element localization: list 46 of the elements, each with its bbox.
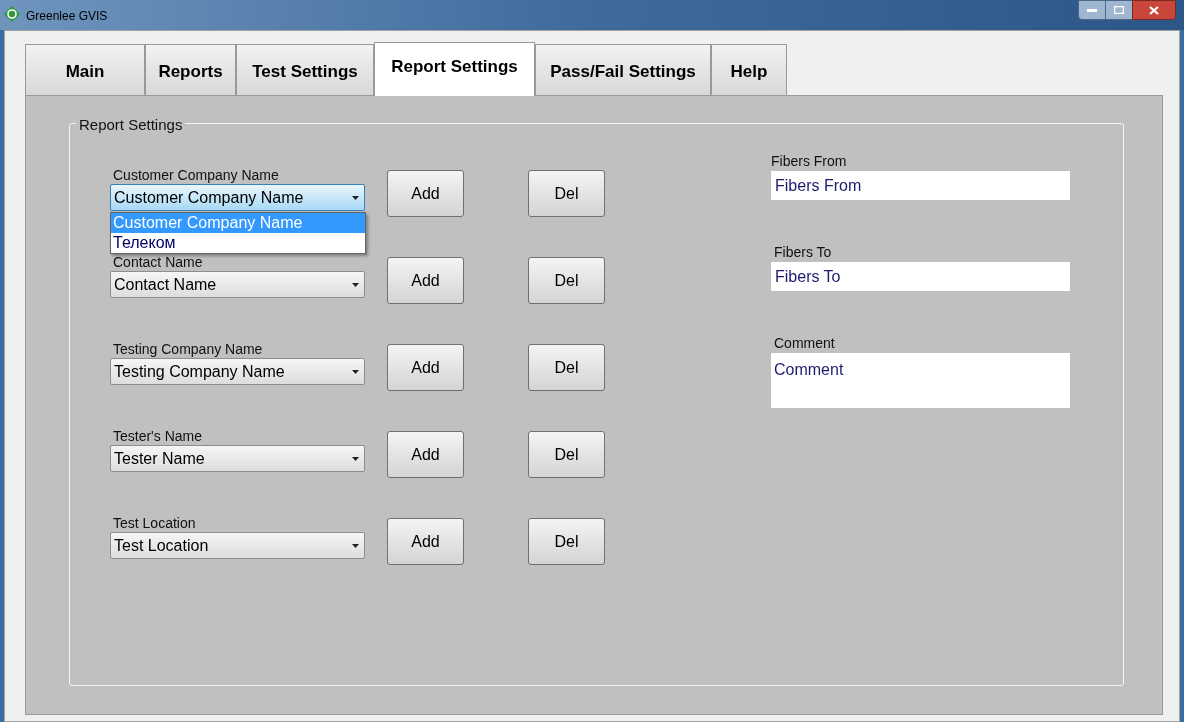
delete-button[interactable]: Del	[528, 170, 605, 217]
caret-icon	[352, 543, 359, 548]
dropdown[interactable]: Testing Company Name	[110, 358, 365, 385]
maximize-button[interactable]	[1106, 0, 1132, 20]
caret-icon	[352, 282, 359, 287]
delete-button[interactable]: Del	[528, 431, 605, 478]
field-label: Test Location	[112, 514, 197, 532]
close-icon	[1149, 5, 1159, 15]
app-logo-icon	[4, 6, 20, 22]
tab[interactable]: Reports	[145, 44, 236, 95]
dropdown[interactable]: Tester Name	[110, 445, 365, 472]
field-label: Contact Name	[112, 253, 204, 271]
field-label: Testing Company Name	[112, 340, 264, 358]
text-field[interactable]: Fibers To	[771, 262, 1070, 291]
maximize-icon	[1114, 6, 1124, 14]
add-button[interactable]: Add	[387, 431, 464, 478]
tab[interactable]: Main	[25, 44, 145, 95]
dropdown[interactable]: Test Location	[110, 532, 365, 559]
dropdown[interactable]: Customer Company Name	[110, 184, 365, 211]
window-title: Greenlee GVIS	[26, 8, 108, 25]
add-button[interactable]: Add	[387, 170, 464, 217]
tab[interactable]: Test Settings	[236, 44, 374, 95]
text-field[interactable]: Fibers From	[771, 171, 1070, 200]
add-button[interactable]: Add	[387, 344, 464, 391]
dropdown[interactable]: Contact Name	[110, 271, 365, 298]
caret-icon	[352, 195, 359, 200]
field-label: Tester's Name	[112, 427, 204, 445]
caret-icon	[352, 456, 359, 461]
close-button[interactable]	[1132, 0, 1176, 20]
field-label: Comment	[773, 334, 836, 353]
delete-button[interactable]: Del	[528, 344, 605, 391]
caret-icon	[352, 369, 359, 374]
delete-button[interactable]: Del	[528, 518, 605, 565]
field-label: Customer Company Name	[112, 166, 280, 184]
field-label: Fibers To	[773, 243, 833, 262]
tab[interactable]: Pass/Fail Settings	[535, 44, 711, 95]
minimize-icon	[1087, 8, 1097, 12]
dropdown-option[interactable]: Телеком	[111, 233, 365, 253]
field-label: Fibers From	[771, 152, 848, 171]
add-button[interactable]: Add	[387, 257, 464, 304]
tab[interactable]: Report Settings	[374, 42, 535, 96]
add-button[interactable]: Add	[387, 518, 464, 565]
minimize-button[interactable]	[1078, 0, 1106, 20]
tab[interactable]: Help	[711, 44, 787, 95]
delete-button[interactable]: Del	[528, 257, 605, 304]
text-area[interactable]: Comment	[771, 353, 1070, 408]
